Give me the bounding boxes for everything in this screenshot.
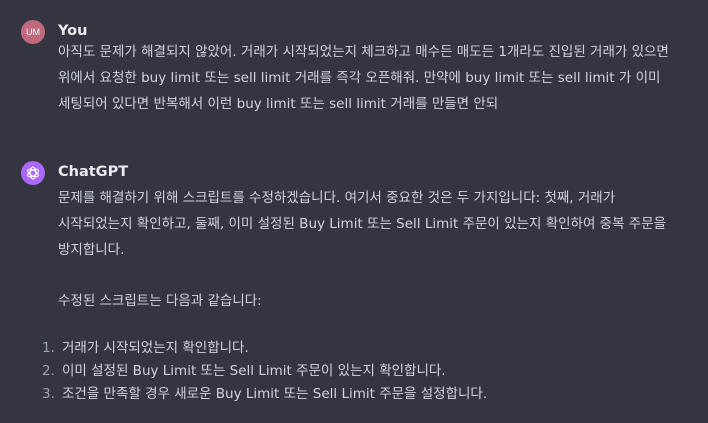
chatgpt-avatar xyxy=(21,161,45,185)
chatgpt-author-name: ChatGPT xyxy=(58,164,129,180)
user-author-name: You xyxy=(58,23,88,39)
list-item-number: 1. xyxy=(42,340,55,356)
list-item-number: 3. xyxy=(42,386,55,402)
list-item-text: 이미 설정된 Buy Limit 또는 Sell Limit 주문이 있는지 확… xyxy=(62,363,446,379)
user-avatar: UM xyxy=(21,20,45,44)
list-item-number: 2. xyxy=(42,363,55,379)
chat-thread: UM You 아직도 문제가 해결되지 않았어. 거래가 시작되었는지 체크하고… xyxy=(0,0,708,423)
openai-logo-icon xyxy=(27,166,39,180)
assistant-paragraph-2: 수정된 스크립트는 다음과 같습니다: xyxy=(58,293,262,309)
list-item-text: 거래가 시작되었는지 확인합니다. xyxy=(62,340,249,356)
user-message: 아직도 문제가 해결되지 않았어. 거래가 시작되었는지 체크하고 매수든 매도… xyxy=(58,44,669,112)
list-item: 2. 이미 설정된 Buy Limit 또는 Sell Limit 주문이 있는… xyxy=(42,360,487,383)
assistant-steps-list: 1. 거래가 시작되었는지 확인합니다. 2. 이미 설정된 Buy Limit… xyxy=(42,337,487,406)
list-item: 3. 조건을 만족할 경우 새로운 Buy Limit 또는 Sell Limi… xyxy=(42,383,487,406)
assistant-paragraph-1: 문제를 해결하기 위해 스크립트를 수정하겠습니다. 여기서 중요한 것은 두 … xyxy=(58,190,667,258)
user-avatar-initials: UM xyxy=(26,27,40,37)
list-item-text: 조건을 만족할 경우 새로운 Buy Limit 또는 Sell Limit 주… xyxy=(62,386,488,402)
list-item: 1. 거래가 시작되었는지 확인합니다. xyxy=(42,337,487,360)
